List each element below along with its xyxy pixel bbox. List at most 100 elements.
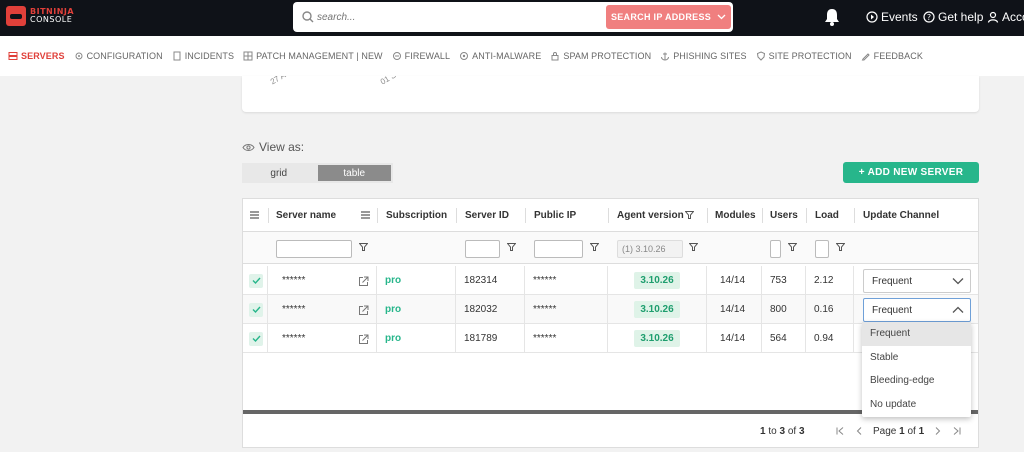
nav-incidents[interactable]: INCIDENTS xyxy=(172,51,234,61)
server-name-filter[interactable] xyxy=(276,240,352,258)
search-bar: SEARCH IP ADDRESS xyxy=(293,2,733,32)
search-ip-button[interactable]: SEARCH IP ADDRESS xyxy=(606,5,731,29)
filter-icon[interactable] xyxy=(788,243,797,251)
pencil-icon xyxy=(861,53,870,61)
logo[interactable]: BITNINJA CONSOLE xyxy=(6,6,74,26)
modules-value: 14/14 xyxy=(720,304,746,315)
col-server-name[interactable]: Server name xyxy=(276,210,336,221)
col-update-channel[interactable]: Update Channel xyxy=(863,210,939,221)
external-link-icon[interactable] xyxy=(358,305,369,316)
nav-anti-malware[interactable]: ANTI-MALWARE xyxy=(459,51,541,61)
prev-page-icon[interactable] xyxy=(856,427,863,435)
nav-firewall[interactable]: FIREWALL xyxy=(392,51,450,61)
col-subscription[interactable]: Subscription xyxy=(386,210,447,221)
table-row[interactable]: ****** pro 182032 ****** 3.10.26 14/14 8… xyxy=(243,295,978,324)
users-filter[interactable] xyxy=(770,240,781,258)
update-channel-value: Frequent xyxy=(872,275,913,287)
nav-patch-management[interactable]: PATCH MANAGEMENT | NEW xyxy=(243,51,383,61)
check-icon[interactable] xyxy=(249,331,263,346)
view-as-label: View as: xyxy=(242,140,304,154)
external-link-icon[interactable] xyxy=(358,276,369,287)
nav-feedback[interactable]: FEEDBACK xyxy=(861,51,923,61)
server-icon xyxy=(8,52,18,60)
users-value: 800 xyxy=(770,304,787,315)
menu-icon[interactable] xyxy=(250,211,259,219)
filter-icon[interactable] xyxy=(507,243,516,251)
nav-feedback-label: FEEDBACK xyxy=(873,51,923,61)
events-label: Events xyxy=(881,10,918,24)
update-channel-select[interactable]: Frequent xyxy=(863,269,971,293)
check-icon[interactable] xyxy=(249,302,263,317)
view-grid-option[interactable]: grid xyxy=(242,163,316,183)
nav-site-protection-label: SITE PROTECTION xyxy=(768,51,852,61)
shield-icon xyxy=(756,51,765,61)
filter-row: (1) 3.10.26 xyxy=(243,232,978,264)
nav-spam-protection-label: SPAM PROTECTION xyxy=(563,51,652,61)
load-value: 0.16 xyxy=(814,304,834,315)
load-filter[interactable] xyxy=(815,240,829,258)
search-input[interactable] xyxy=(317,8,587,26)
help-link[interactable]: ? Get help xyxy=(923,10,983,24)
last-page-icon[interactable] xyxy=(952,427,961,435)
nav-phishing-sites[interactable]: PHISHING SITES xyxy=(660,51,747,61)
account-link[interactable]: Acco xyxy=(987,10,1024,24)
col-public-ip[interactable]: Public IP xyxy=(534,210,576,221)
option-no-update[interactable]: No update xyxy=(862,393,971,417)
first-page-icon[interactable] xyxy=(836,427,845,435)
col-server-id[interactable]: Server ID xyxy=(465,210,509,221)
agent-version-badge: 3.10.26 xyxy=(634,301,680,318)
public-ip-filter[interactable] xyxy=(534,240,583,258)
account-label: Acco xyxy=(1002,10,1024,24)
events-link[interactable]: Events xyxy=(866,10,918,24)
filter-icon[interactable] xyxy=(685,211,694,219)
server-id-filter[interactable] xyxy=(465,240,500,258)
col-agent-version[interactable]: Agent version xyxy=(617,210,684,221)
add-new-server-button[interactable]: + ADD NEW SERVER xyxy=(843,162,979,183)
nav-spam-protection[interactable]: SPAM PROTECTION xyxy=(550,51,651,61)
server-name: ****** xyxy=(282,275,306,286)
nav-firewall-label: FIREWALL xyxy=(404,51,451,61)
server-id-value: 182314 xyxy=(464,275,498,286)
view-table-option[interactable]: table xyxy=(317,165,391,181)
update-channel-select[interactable]: Frequent xyxy=(863,298,971,322)
option-stable[interactable]: Stable xyxy=(862,346,971,370)
modules-value: 14/14 xyxy=(720,275,746,286)
option-bleeding-edge[interactable]: Bleeding-edge xyxy=(862,369,971,393)
column-menu-icon[interactable] xyxy=(361,211,370,219)
next-page-icon[interactable] xyxy=(934,427,941,435)
table-row[interactable]: ****** pro 182314 ****** 3.10.26 14/14 7… xyxy=(243,266,978,295)
gear-icon xyxy=(75,52,83,60)
nav-site-protection[interactable]: SITE PROTECTION xyxy=(756,51,852,61)
search-ip-button-label: SEARCH IP ADDRESS xyxy=(610,12,712,22)
col-modules[interactable]: Modules xyxy=(715,210,756,221)
filter-icon[interactable] xyxy=(590,243,599,251)
check-icon[interactable] xyxy=(249,273,263,288)
external-link-icon[interactable] xyxy=(358,334,369,345)
chevron-down-icon xyxy=(952,278,964,285)
server-name: ****** xyxy=(282,333,306,344)
users-value: 753 xyxy=(770,275,787,286)
server-id-value: 182032 xyxy=(464,304,498,315)
pagination-summary: 1 to 3 of 3 xyxy=(760,426,805,437)
view-toggle: grid table xyxy=(242,163,393,183)
public-ip-value: ****** xyxy=(533,304,557,315)
chevron-up-icon xyxy=(952,306,964,313)
option-frequent[interactable]: Frequent xyxy=(862,322,971,346)
help-circle-icon: ? xyxy=(923,11,935,23)
nav-configuration[interactable]: CONFIGURATION xyxy=(74,51,163,61)
pagination: 1 to 3 of 3 Page 1 of 1 xyxy=(243,414,978,448)
update-channel-value: Frequent xyxy=(872,304,913,316)
agent-version-filter[interactable]: (1) 3.10.26 xyxy=(617,240,683,258)
main-nav: SERVERS CONFIGURATION INCIDENTS PATCH MA… xyxy=(0,36,1024,76)
view-as-text: View as: xyxy=(259,140,305,154)
play-circle-icon xyxy=(866,11,878,23)
filter-icon[interactable] xyxy=(689,243,698,251)
nav-configuration-label: CONFIGURATION xyxy=(86,51,163,61)
col-users[interactable]: Users xyxy=(770,210,798,221)
col-load[interactable]: Load xyxy=(815,210,839,221)
filter-icon[interactable] xyxy=(359,243,368,251)
nav-servers[interactable]: SERVERS xyxy=(8,51,65,61)
bell-icon[interactable] xyxy=(823,7,841,27)
filter-icon[interactable] xyxy=(836,243,845,251)
load-value: 2.12 xyxy=(814,275,834,286)
